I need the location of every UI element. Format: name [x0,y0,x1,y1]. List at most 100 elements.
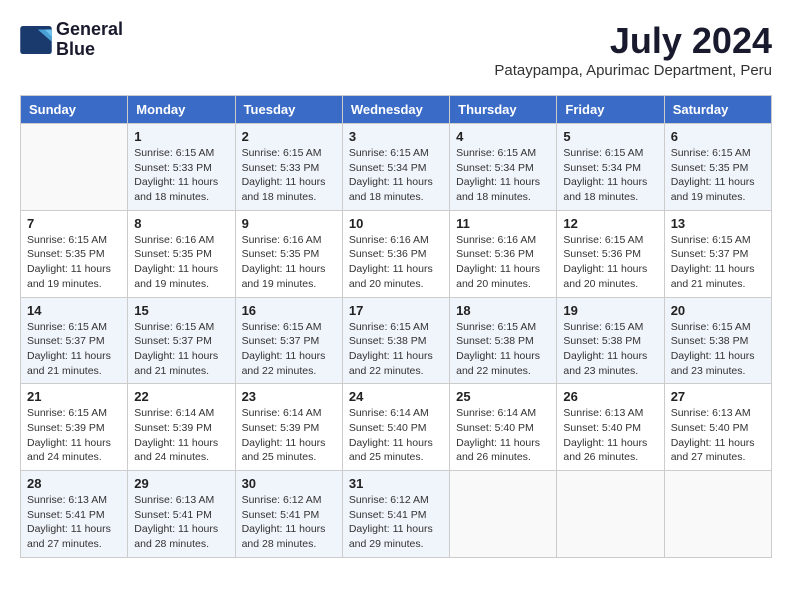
day-number: 16 [242,303,336,318]
day-number: 24 [349,389,443,404]
cell-info: Sunrise: 6:15 AMSunset: 5:33 PMDaylight:… [242,146,336,205]
cell-info: Sunrise: 6:12 AMSunset: 5:41 PMDaylight:… [242,493,336,552]
cell-info: Sunrise: 6:14 AMSunset: 5:40 PMDaylight:… [349,406,443,465]
cell-info: Sunrise: 6:15 AMSunset: 5:34 PMDaylight:… [563,146,657,205]
calendar-cell: 17Sunrise: 6:15 AMSunset: 5:38 PMDayligh… [342,297,449,384]
calendar-table: SundayMondayTuesdayWednesdayThursdayFrid… [20,95,772,558]
cell-info: Sunrise: 6:15 AMSunset: 5:34 PMDaylight:… [456,146,550,205]
calendar-cell: 31Sunrise: 6:12 AMSunset: 5:41 PMDayligh… [342,471,449,558]
page-header: General Blue July 2024 Pataypampa, Apuri… [20,20,772,79]
day-number: 9 [242,216,336,231]
cell-info: Sunrise: 6:13 AMSunset: 5:40 PMDaylight:… [563,406,657,465]
day-number: 5 [563,129,657,144]
calendar-cell: 4 Sunrise: 6:15 AMSunset: 5:34 PMDaylight… [450,124,557,211]
cell-info: Sunrise: 6:14 AMSunset: 5:40 PMDaylight:… [456,406,550,465]
calendar-cell: 23 Sunrise: 6:14 AMSunset: 5:39 PMDayligh… [235,384,342,471]
calendar-cell: 16 Sunrise: 6:15 AMSunset: 5:37 PMDayligh… [235,297,342,384]
calendar-cell: 1Sunrise: 6:15 AMSunset: 5:33 PMDaylight… [128,124,235,211]
day-number: 30 [242,476,336,491]
day-number: 27 [671,389,765,404]
calendar-cell: 15 Sunrise: 6:15 AMSunset: 5:37 PMDayligh… [128,297,235,384]
cell-info: Sunrise: 6:16 AMSunset: 5:36 PMDaylight:… [456,233,550,292]
week-row-5: 28 Sunrise: 6:13 AMSunset: 5:41 PMDayligh… [21,471,772,558]
col-header-saturday: Saturday [664,96,771,124]
calendar-cell: 27 Sunrise: 6:13 AMSunset: 5:40 PMDayligh… [664,384,771,471]
cell-info: Sunrise: 6:13 AMSunset: 5:41 PMDaylight:… [134,493,228,552]
day-number: 26 [563,389,657,404]
cell-info: Sunrise: 6:15 AMSunset: 5:38 PMDaylight:… [563,320,657,379]
calendar-cell: 8 Sunrise: 6:16 AMSunset: 5:35 PMDaylight… [128,210,235,297]
calendar-cell: 5 Sunrise: 6:15 AMSunset: 5:34 PMDaylight… [557,124,664,211]
calendar-cell [21,124,128,211]
cell-info: Sunrise: 6:15 AMSunset: 5:37 PMDaylight:… [134,320,228,379]
cell-info: Sunrise: 6:14 AMSunset: 5:39 PMDaylight:… [242,406,336,465]
month-title: July 2024 [494,20,772,62]
day-number: 12 [563,216,657,231]
day-number: 23 [242,389,336,404]
day-number: 14 [27,303,121,318]
calendar-cell: 29 Sunrise: 6:13 AMSunset: 5:41 PMDayligh… [128,471,235,558]
day-number: 29 [134,476,228,491]
calendar-cell: 22 Sunrise: 6:14 AMSunset: 5:39 PMDayligh… [128,384,235,471]
title-block: July 2024 Pataypampa, Apurimac Departmen… [494,20,772,79]
day-number: 31 [349,476,443,491]
day-number: 8 [134,216,228,231]
cell-info: Sunrise: 6:15 AMSunset: 5:33 PMDaylight:… [134,146,228,205]
cell-info: Sunrise: 6:15 AMSunset: 5:35 PMDaylight:… [671,146,765,205]
day-number: 4 [456,129,550,144]
cell-info: Sunrise: 6:16 AMSunset: 5:36 PMDaylight:… [349,233,443,292]
calendar-cell: 2Sunrise: 6:15 AMSunset: 5:33 PMDaylight… [235,124,342,211]
cell-info: Sunrise: 6:15 AMSunset: 5:35 PMDaylight:… [27,233,121,292]
calendar-cell: 28 Sunrise: 6:13 AMSunset: 5:41 PMDayligh… [21,471,128,558]
day-number: 21 [27,389,121,404]
col-header-sunday: Sunday [21,96,128,124]
week-row-3: 14 Sunrise: 6:15 AMSunset: 5:37 PMDayligh… [21,297,772,384]
calendar-cell: 10 Sunrise: 6:16 AMSunset: 5:36 PMDayligh… [342,210,449,297]
day-number: 6 [671,129,765,144]
cell-info: Sunrise: 6:16 AMSunset: 5:35 PMDaylight:… [242,233,336,292]
col-header-monday: Monday [128,96,235,124]
calendar-cell: 6 Sunrise: 6:15 AMSunset: 5:35 PMDaylight… [664,124,771,211]
day-number: 10 [349,216,443,231]
cell-info: Sunrise: 6:15 AMSunset: 5:36 PMDaylight:… [563,233,657,292]
calendar-cell: 13Sunrise: 6:15 AMSunset: 5:37 PMDayligh… [664,210,771,297]
day-number: 19 [563,303,657,318]
cell-info: Sunrise: 6:14 AMSunset: 5:39 PMDaylight:… [134,406,228,465]
col-header-wednesday: Wednesday [342,96,449,124]
day-number: 25 [456,389,550,404]
day-number: 3 [349,129,443,144]
calendar-cell: 19 Sunrise: 6:15 AMSunset: 5:38 PMDayligh… [557,297,664,384]
calendar-cell: 21 Sunrise: 6:15 AMSunset: 5:39 PMDayligh… [21,384,128,471]
calendar-cell: 11 Sunrise: 6:16 AMSunset: 5:36 PMDayligh… [450,210,557,297]
cell-info: Sunrise: 6:13 AMSunset: 5:41 PMDaylight:… [27,493,121,552]
calendar-cell [664,471,771,558]
cell-info: Sunrise: 6:15 AMSunset: 5:39 PMDaylight:… [27,406,121,465]
location-subtitle: Pataypampa, Apurimac Department, Peru [494,62,772,79]
cell-info: Sunrise: 6:15 AMSunset: 5:38 PMDaylight:… [456,320,550,379]
day-number: 11 [456,216,550,231]
cell-info: Sunrise: 6:15 AMSunset: 5:37 PMDaylight:… [242,320,336,379]
col-header-friday: Friday [557,96,664,124]
calendar-cell: 14 Sunrise: 6:15 AMSunset: 5:37 PMDayligh… [21,297,128,384]
calendar-cell [557,471,664,558]
day-number: 28 [27,476,121,491]
week-row-2: 7 Sunrise: 6:15 AMSunset: 5:35 PMDaylight… [21,210,772,297]
day-number: 7 [27,216,121,231]
week-row-4: 21 Sunrise: 6:15 AMSunset: 5:39 PMDayligh… [21,384,772,471]
calendar-cell: 3Sunrise: 6:15 AMSunset: 5:34 PMDaylight… [342,124,449,211]
calendar-cell: 30 Sunrise: 6:12 AMSunset: 5:41 PMDayligh… [235,471,342,558]
calendar-cell: 9 Sunrise: 6:16 AMSunset: 5:35 PMDaylight… [235,210,342,297]
cell-info: Sunrise: 6:13 AMSunset: 5:40 PMDaylight:… [671,406,765,465]
logo-text: General Blue [56,20,123,60]
calendar-cell: 18 Sunrise: 6:15 AMSunset: 5:38 PMDayligh… [450,297,557,384]
calendar-cell: 24 Sunrise: 6:14 AMSunset: 5:40 PMDayligh… [342,384,449,471]
cell-info: Sunrise: 6:15 AMSunset: 5:37 PMDaylight:… [27,320,121,379]
day-number: 15 [134,303,228,318]
calendar-cell: 26 Sunrise: 6:13 AMSunset: 5:40 PMDayligh… [557,384,664,471]
day-number: 22 [134,389,228,404]
cell-info: Sunrise: 6:16 AMSunset: 5:35 PMDaylight:… [134,233,228,292]
col-header-thursday: Thursday [450,96,557,124]
calendar-cell: 12 Sunrise: 6:15 AMSunset: 5:36 PMDayligh… [557,210,664,297]
day-number: 17 [349,303,443,318]
day-number: 18 [456,303,550,318]
